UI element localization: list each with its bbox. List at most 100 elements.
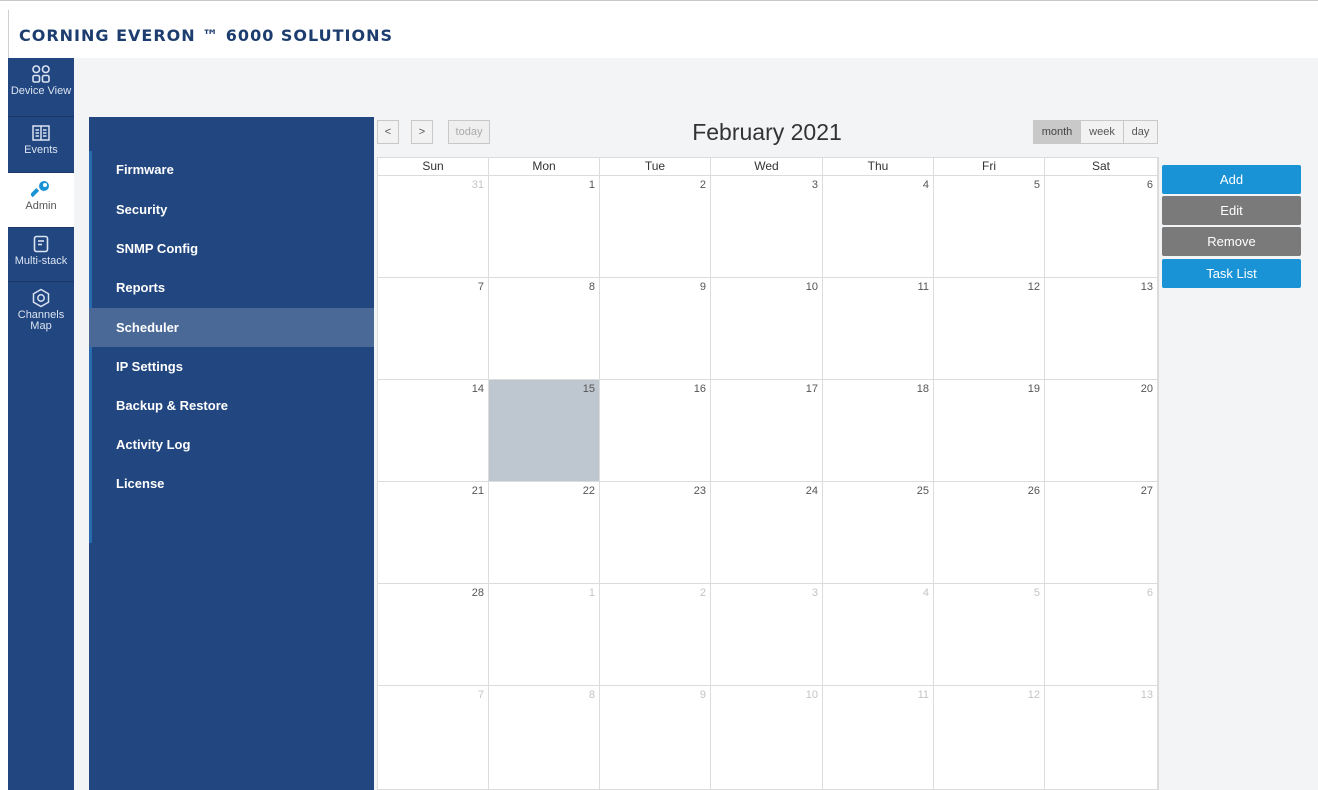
calendar-day-cell[interactable]: 2 — [600, 584, 711, 686]
calendar-day-cell[interactable]: 6 — [1045, 584, 1158, 686]
calendar-day-cell[interactable]: 19 — [934, 380, 1045, 482]
day-number: 23 — [693, 485, 706, 497]
nav-item-device-view[interactable]: Device View — [8, 58, 74, 117]
view-month-button[interactable]: month — [1033, 120, 1081, 144]
nav-item-channels-map[interactable]: Channels Map — [8, 282, 74, 342]
calendar-day-cell[interactable]: 14 — [378, 380, 489, 482]
calendar-day-cell[interactable]: 20 — [1045, 380, 1158, 482]
view-day-button[interactable]: day — [1123, 120, 1158, 144]
calendar-day-cell[interactable]: 18 — [823, 380, 934, 482]
nav-item-multi-stack[interactable]: Multi-stack — [8, 228, 74, 282]
calendar-day-cell[interactable]: 21 — [378, 482, 489, 584]
calendar-day-cell[interactable]: 8 — [489, 278, 600, 380]
weekday-header: Wed — [711, 158, 823, 176]
submenu-item-ip-settings[interactable]: IP Settings — [89, 347, 374, 386]
day-number: 1 — [588, 587, 595, 599]
calendar-day-cell[interactable]: 11 — [823, 278, 934, 380]
nav-item-admin[interactable]: Admin — [8, 173, 74, 228]
day-number: 12 — [1027, 281, 1040, 293]
submenu-item-activity-log[interactable]: Activity Log — [89, 425, 374, 464]
submenu-item-snmp-config[interactable]: SNMP Config — [89, 229, 374, 268]
calendar-day-cell[interactable]: 16 — [600, 380, 711, 482]
calendar-day-cell[interactable]: 13 — [1045, 278, 1158, 380]
calendar-day-cell[interactable]: 12 — [934, 278, 1045, 380]
calendar-day-cell[interactable]: 12 — [934, 686, 1045, 790]
submenu-item-scheduler[interactable]: Scheduler — [89, 308, 374, 347]
day-number: 17 — [805, 383, 818, 395]
calendar-day-cell[interactable]: 27 — [1045, 482, 1158, 584]
day-number: 11 — [917, 281, 929, 293]
day-number: 27 — [1140, 485, 1153, 497]
day-number: 24 — [805, 485, 818, 497]
weekday-header: Sat — [1045, 158, 1158, 176]
calendar-toolbar: February 2021 < > today month week day — [374, 117, 1160, 157]
calendar-day-cell[interactable]: 13 — [1045, 686, 1158, 790]
calendar-day-cell[interactable]: 1 — [489, 176, 600, 278]
calendar-day-cell[interactable]: 28 — [378, 584, 489, 686]
hexagon-icon — [31, 288, 51, 308]
weekday-header: Fri — [934, 158, 1045, 176]
submenu-item-firmware[interactable]: Firmware — [89, 150, 374, 189]
day-number: 8 — [588, 689, 595, 701]
calendar-day-cell[interactable]: 24 — [711, 482, 823, 584]
day-number: 3 — [811, 587, 818, 599]
calendar-day-cell[interactable]: 10 — [711, 686, 823, 790]
calendar-day-cell[interactable]: 23 — [600, 482, 711, 584]
calendar-day-cell[interactable]: 3 — [711, 176, 823, 278]
calendar-day-cell[interactable]: 5 — [934, 176, 1045, 278]
brand-logo-text: CORNING EVERON ™ 6000 SOLUTIONS — [19, 26, 394, 45]
calendar-day-cell[interactable]: 6 — [1045, 176, 1158, 278]
day-number: 20 — [1140, 383, 1153, 395]
day-number: 18 — [916, 383, 929, 395]
month-calendar-grid: Sun Mon Tue Wed Thu Fri Sat 31 1 2 3 4 5 6 7 8 9 10 11 12 13… — [377, 157, 1159, 790]
nav-label: Device View — [10, 85, 72, 97]
nav-item-events[interactable]: Events — [8, 117, 74, 173]
calendar-day-cell[interactable]: 5 — [934, 584, 1045, 686]
view-week-button[interactable]: week — [1080, 120, 1124, 144]
calendar-day-cell-today[interactable]: 15 — [489, 380, 600, 482]
day-number: 15 — [582, 383, 595, 395]
day-number: 2 — [699, 587, 706, 599]
submenu-item-license[interactable]: License — [89, 464, 374, 503]
remove-button[interactable]: Remove — [1162, 227, 1301, 256]
calendar-day-cell[interactable]: 4 — [823, 176, 934, 278]
add-button[interactable]: Add — [1162, 165, 1301, 194]
day-number: 2 — [699, 179, 706, 191]
day-number: 7 — [477, 689, 484, 701]
calendar-day-cell[interactable]: 3 — [711, 584, 823, 686]
day-number: 12 — [1027, 689, 1040, 701]
calendar-day-cell[interactable]: 9 — [600, 686, 711, 790]
nav-label: Events — [24, 144, 58, 156]
day-number: 6 — [1146, 179, 1153, 191]
day-number: 4 — [922, 587, 929, 599]
submenu-item-security[interactable]: Security — [89, 190, 374, 229]
grid-icon — [31, 64, 51, 84]
calendar-day-cell[interactable]: 11 — [823, 686, 934, 790]
calendar-day-cell[interactable]: 7 — [378, 278, 489, 380]
calendar-day-cell[interactable]: 10 — [711, 278, 823, 380]
calendar-day-cell[interactable]: 1 — [489, 584, 600, 686]
submenu-item-reports[interactable]: Reports — [89, 268, 374, 307]
window-frame — [0, 0, 1318, 10]
admin-submenu: Firmware Security SNMP Config Reports Sc… — [89, 117, 374, 790]
calendar-day-cell[interactable]: 25 — [823, 482, 934, 584]
calendar-day-cell[interactable]: 31 — [378, 176, 489, 278]
day-number: 7 — [477, 281, 484, 293]
calendar-day-cell[interactable]: 26 — [934, 482, 1045, 584]
day-number: 10 — [805, 281, 818, 293]
calendar-day-cell[interactable]: 2 — [600, 176, 711, 278]
task-list-button[interactable]: Task List — [1162, 259, 1301, 288]
calendar-day-cell[interactable]: 4 — [823, 584, 934, 686]
next-month-button[interactable]: > — [411, 120, 433, 144]
edit-button[interactable]: Edit — [1162, 196, 1301, 225]
submenu-item-backup-restore[interactable]: Backup & Restore — [89, 386, 374, 425]
today-button[interactable]: today — [448, 120, 490, 144]
calendar-day-cell[interactable]: 9 — [600, 278, 711, 380]
calendar-day-cell[interactable]: 17 — [711, 380, 823, 482]
prev-month-button[interactable]: < — [377, 120, 399, 144]
calendar-day-cell[interactable]: 8 — [489, 686, 600, 790]
nav-label: Admin — [25, 200, 57, 212]
calendar-day-cell[interactable]: 7 — [378, 686, 489, 790]
day-number: 28 — [471, 587, 484, 599]
calendar-day-cell[interactable]: 22 — [489, 482, 600, 584]
